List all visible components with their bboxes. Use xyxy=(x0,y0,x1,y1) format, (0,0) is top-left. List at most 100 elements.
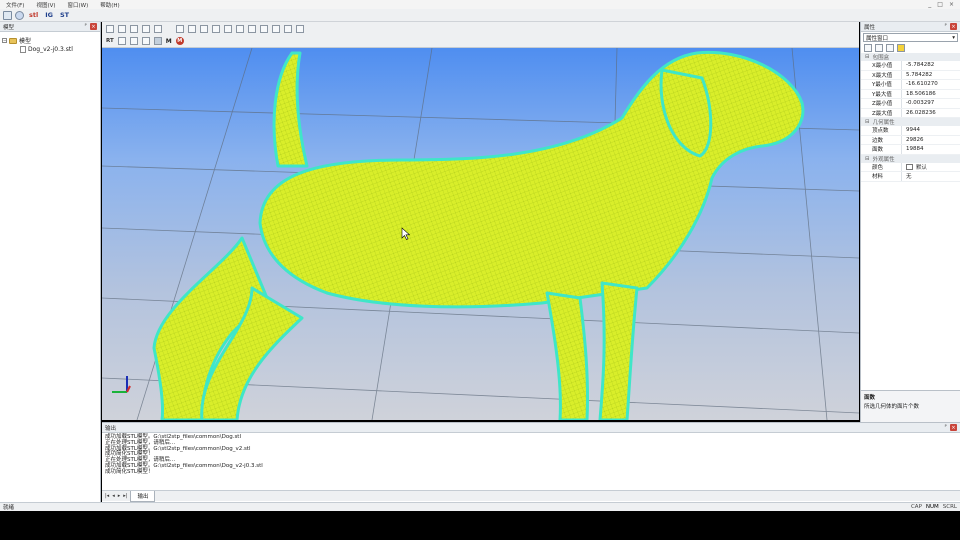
properties-title: 属性 ᵖ × xyxy=(861,22,960,32)
menu-bar: 文件(F) 视图(V) 窗口(W) 帮助(H) _ □ × xyxy=(0,0,960,9)
next-tab-icon[interactable]: ▸ xyxy=(118,493,121,499)
property-pages-icon[interactable] xyxy=(886,44,894,52)
property-value-text: 19884 xyxy=(906,146,924,153)
properties-selector[interactable]: 属性窗口 ▾ xyxy=(863,33,958,42)
status-text: 就绪 xyxy=(3,505,15,511)
categorized-icon[interactable] xyxy=(864,44,872,52)
property-key: Z最大值 xyxy=(861,108,902,117)
tree-root-label: 模型 xyxy=(19,38,32,45)
property-key: 顶点数 xyxy=(861,126,902,135)
view-top-icon[interactable] xyxy=(200,25,208,33)
pin-icon[interactable]: ᵖ xyxy=(945,424,947,431)
property-category[interactable]: ⊟ 包围盒 xyxy=(861,53,960,61)
iges-button[interactable]: IG xyxy=(43,10,55,20)
view-bottom-icon[interactable] xyxy=(212,25,220,33)
3d-viewport[interactable] xyxy=(102,48,859,420)
property-category-label: 几何属性 xyxy=(872,120,895,126)
model-panel: 模型 ᵖ × − 模型 Dog_v2-j0.3.stl xyxy=(0,22,101,502)
rt-button[interactable]: RT xyxy=(106,38,114,44)
collapse-icon[interactable]: − xyxy=(2,38,7,43)
property-row[interactable]: Z最小值 -0.003297 xyxy=(861,99,960,109)
property-row[interactable]: 边数 29826 xyxy=(861,135,960,145)
menu-view[interactable]: 视图(V) xyxy=(30,1,61,9)
step-button[interactable]: ST xyxy=(58,10,71,20)
property-row[interactable]: 面数 19884 xyxy=(861,145,960,155)
property-key: X最小值 xyxy=(861,61,902,70)
property-row[interactable]: 材料无 xyxy=(861,172,960,182)
close-window-button[interactable]: × xyxy=(949,1,954,8)
scrl-indicator: SCRL xyxy=(942,504,957,510)
shaded-icon[interactable] xyxy=(260,25,268,33)
select-box-icon[interactable] xyxy=(117,37,126,45)
property-row[interactable]: Y最大值 18.506186 xyxy=(861,89,960,99)
first-tab-icon[interactable]: |◂ xyxy=(105,493,109,499)
view-iso-icon[interactable] xyxy=(248,25,256,33)
pin-icon[interactable]: ᵖ xyxy=(85,23,87,30)
property-row[interactable]: Z最大值 26.028236 xyxy=(861,108,960,118)
tree-item-file[interactable]: Dog_v2-j0.3.stl xyxy=(2,45,98,54)
maximize-button[interactable]: □ xyxy=(937,1,943,8)
collapse-icon[interactable]: ⊟ xyxy=(865,156,870,162)
material-button[interactable]: M xyxy=(175,37,184,45)
sort-az-icon[interactable] xyxy=(875,44,883,52)
stl-button[interactable]: stl xyxy=(27,10,40,20)
output-log: 成功加载STL模型。G:\stl2stp_files\common\Dog.st… xyxy=(102,433,960,478)
prev-tab-icon[interactable]: ◂ xyxy=(112,493,115,499)
property-row[interactable]: 颜色 默认 xyxy=(861,162,960,172)
grid-icon[interactable] xyxy=(153,37,162,45)
view-left-icon[interactable] xyxy=(224,25,232,33)
select-face-icon[interactable] xyxy=(129,37,138,45)
select-edge-icon[interactable] xyxy=(141,37,150,45)
property-value: 默认 xyxy=(902,163,927,172)
menu-file[interactable]: 文件(F) xyxy=(0,1,30,9)
color-swatch[interactable] xyxy=(906,163,913,170)
view-toolbar-row-1 xyxy=(106,25,304,33)
property-category[interactable]: ⊟ 几何属性 xyxy=(861,118,960,126)
viewport-scene xyxy=(102,48,859,420)
lightning-icon[interactable] xyxy=(897,44,905,52)
property-category-label: 外观属性 xyxy=(872,156,895,163)
tree-root[interactable]: − 模型 xyxy=(2,36,98,45)
open-file-icon[interactable] xyxy=(15,10,24,20)
property-row[interactable]: Y最小值 -16.610270 xyxy=(861,80,960,90)
view-back-icon[interactable] xyxy=(188,25,196,33)
property-category[interactable]: ⊟ 外观属性 xyxy=(861,154,960,163)
cube-icon[interactable] xyxy=(284,25,292,33)
close-icon[interactable]: × xyxy=(950,424,957,431)
zoom-window-icon[interactable] xyxy=(118,25,126,33)
close-icon[interactable]: × xyxy=(950,23,957,30)
minimize-button[interactable]: _ xyxy=(928,1,931,8)
property-row[interactable]: 顶点数 9944 xyxy=(861,126,960,136)
rotate-icon[interactable] xyxy=(154,25,162,33)
model-panel-title-text: 模型 xyxy=(3,24,15,31)
property-value-text: 5.784282 xyxy=(906,71,933,78)
property-key: Z最小值 xyxy=(861,99,902,108)
zoom-icon[interactable] xyxy=(130,25,138,33)
property-key: 颜色 xyxy=(861,162,902,171)
menu-help[interactable]: 帮助(H) xyxy=(94,1,125,9)
tab-output[interactable]: 输出 xyxy=(130,490,156,502)
view-front-icon[interactable] xyxy=(176,25,184,33)
property-value-text: 29826 xyxy=(906,136,924,143)
property-value: -5.784282 xyxy=(902,61,934,70)
pin-icon[interactable]: ᵖ xyxy=(945,23,947,30)
wireframe-icon[interactable] xyxy=(272,25,280,33)
properties-selector-value: 属性窗口 xyxy=(866,35,889,42)
close-icon[interactable]: × xyxy=(90,23,97,30)
collapse-icon[interactable]: ⊟ xyxy=(865,119,870,125)
file-icon xyxy=(20,46,26,53)
menu-window[interactable]: 窗口(W) xyxy=(62,1,95,9)
measure-button[interactable]: M xyxy=(166,38,172,45)
property-row[interactable]: X最大值 5.784282 xyxy=(861,70,960,80)
fit-all-icon[interactable] xyxy=(106,25,114,33)
property-key: 面数 xyxy=(861,145,902,154)
model-panel-title: 模型 ᵖ × xyxy=(0,22,100,32)
hidden-line-icon[interactable] xyxy=(296,25,304,33)
collapse-icon[interactable]: ⊟ xyxy=(865,54,870,60)
property-row[interactable]: X最小值 -5.784282 xyxy=(861,61,960,71)
pan-icon[interactable] xyxy=(142,25,150,33)
description-title: 面数 xyxy=(864,395,876,401)
last-tab-icon[interactable]: ▸| xyxy=(123,493,127,499)
new-file-icon[interactable] xyxy=(3,10,12,20)
view-right-icon[interactable] xyxy=(236,25,244,33)
